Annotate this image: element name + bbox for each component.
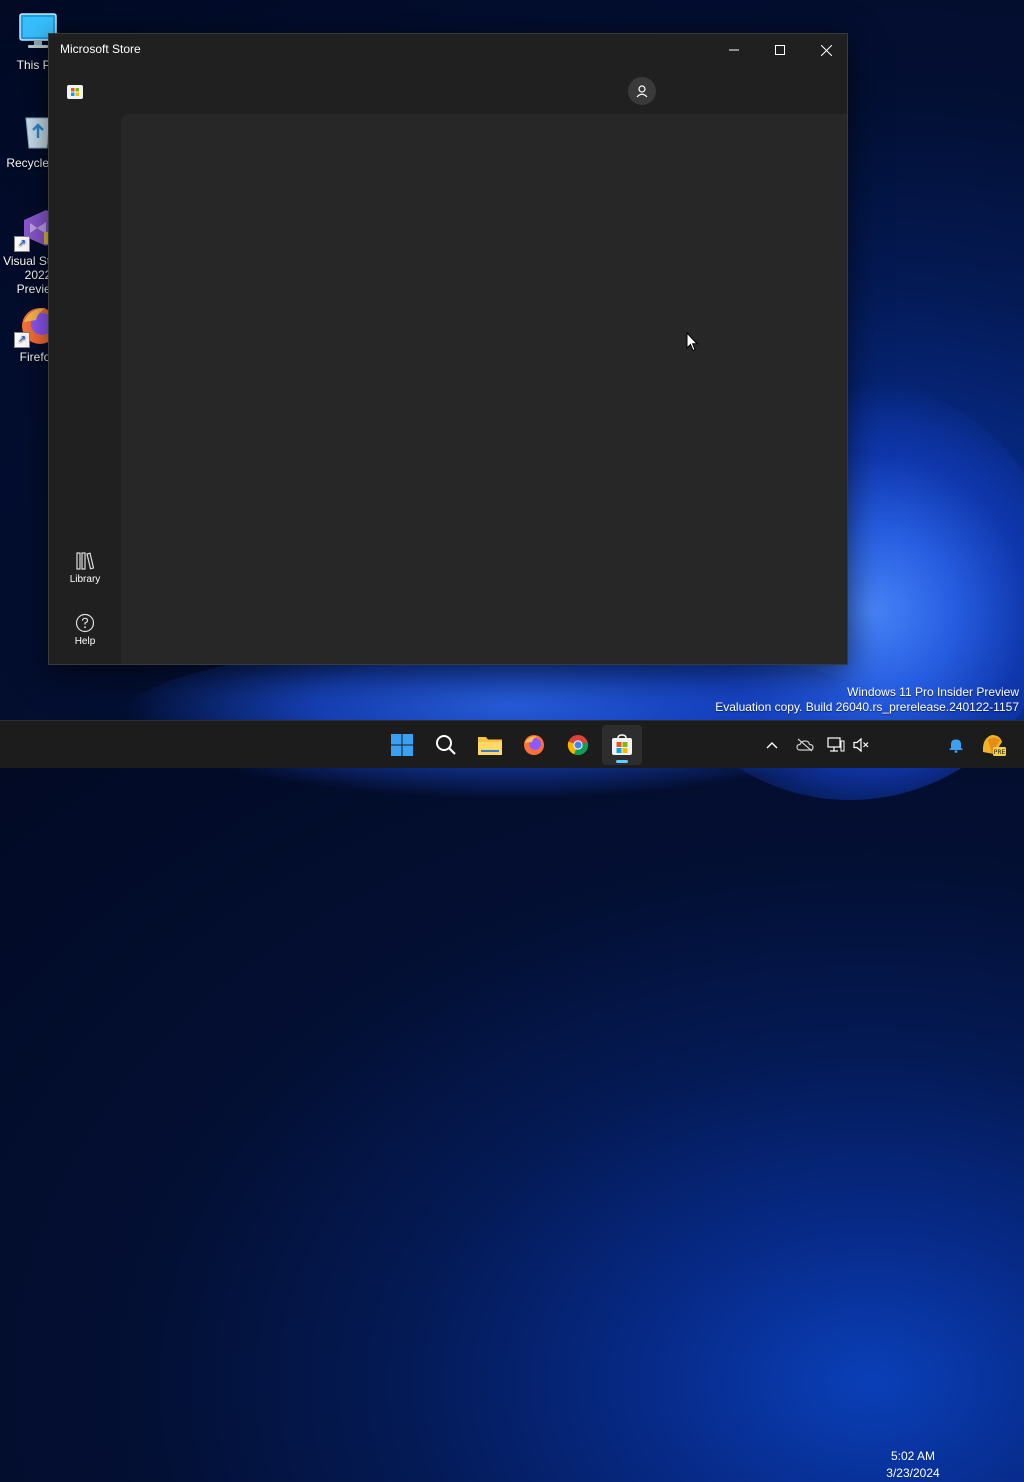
close-icon [820, 44, 832, 56]
taskbar-firefox[interactable] [514, 725, 554, 765]
active-app-indicator [616, 760, 628, 763]
volume-muted-icon [853, 737, 869, 753]
navigation-sidebar: Library Help [49, 114, 121, 664]
search-icon [436, 735, 456, 755]
taskbar-clock[interactable]: 5:02 AM 3/23/2024 [878, 1448, 948, 1482]
firefox-icon [524, 735, 544, 755]
close-button[interactable] [803, 34, 849, 66]
clock-time: 5:02 AM [890, 1449, 936, 1463]
taskbar-file-explorer[interactable] [470, 725, 510, 765]
maximize-button[interactable] [757, 34, 803, 66]
help-icon [74, 612, 96, 634]
shortcut-arrow-icon: ↗ [14, 332, 30, 348]
minimize-icon [729, 49, 739, 51]
onedrive-button[interactable] [795, 735, 815, 755]
account-icon [636, 85, 648, 98]
microsoft-store-window: Microsoft Store Library Help [48, 33, 848, 665]
network-disconnected-icon [827, 737, 845, 752]
watermark-line-2: Evaluation copy. Build 26040.rs_prerelea… [715, 700, 1019, 714]
watermark-line-1: Windows 11 Pro Insider Preview [847, 685, 1019, 699]
start-icon [391, 734, 413, 756]
bell-icon [949, 739, 963, 753]
network-button[interactable] [826, 735, 846, 755]
chrome-icon [567, 735, 589, 756]
shortcut-arrow-icon: ↗ [14, 236, 30, 252]
chevron-up-icon [766, 742, 778, 749]
start-button[interactable] [382, 725, 422, 765]
sidebar-item-label: Library [69, 574, 101, 585]
library-icon [74, 550, 96, 572]
volume-button[interactable] [851, 735, 871, 755]
maximize-icon [775, 45, 785, 55]
svg-text:PRE: PRE [994, 749, 1006, 756]
copilot-preview-button[interactable]: PRE [980, 732, 1006, 758]
sidebar-item-library[interactable]: Library [57, 544, 113, 598]
search-button[interactable] [426, 725, 466, 765]
file-explorer-icon [478, 737, 502, 755]
title-bar[interactable]: Microsoft Store [49, 34, 847, 66]
microsoft-store-logo-icon [67, 83, 83, 99]
clock-date: 3/23/2024 [886, 1466, 940, 1480]
content-area [121, 114, 847, 664]
cloud-offline-icon [796, 738, 814, 752]
show-hidden-icons-button[interactable] [762, 735, 782, 755]
mouse-cursor-icon [686, 331, 699, 356]
sidebar-item-label: Help [74, 636, 96, 647]
taskbar: 5:02 AM 3/23/2024 PRE [0, 720, 1024, 1480]
app-header [49, 66, 847, 114]
minimize-button[interactable] [711, 34, 757, 66]
microsoft-store-icon [612, 734, 632, 755]
taskbar-microsoft-store[interactable] [602, 725, 642, 765]
account-button[interactable] [628, 77, 656, 105]
window-title: Microsoft Store [60, 42, 141, 56]
taskbar-chrome[interactable] [558, 725, 598, 765]
copilot-pre-icon: PRE [982, 735, 1006, 756]
notifications-button[interactable] [946, 735, 966, 755]
sidebar-item-help[interactable]: Help [57, 606, 113, 660]
evaluation-watermark: Windows 11 Pro Insider Preview Evaluatio… [715, 685, 1019, 715]
